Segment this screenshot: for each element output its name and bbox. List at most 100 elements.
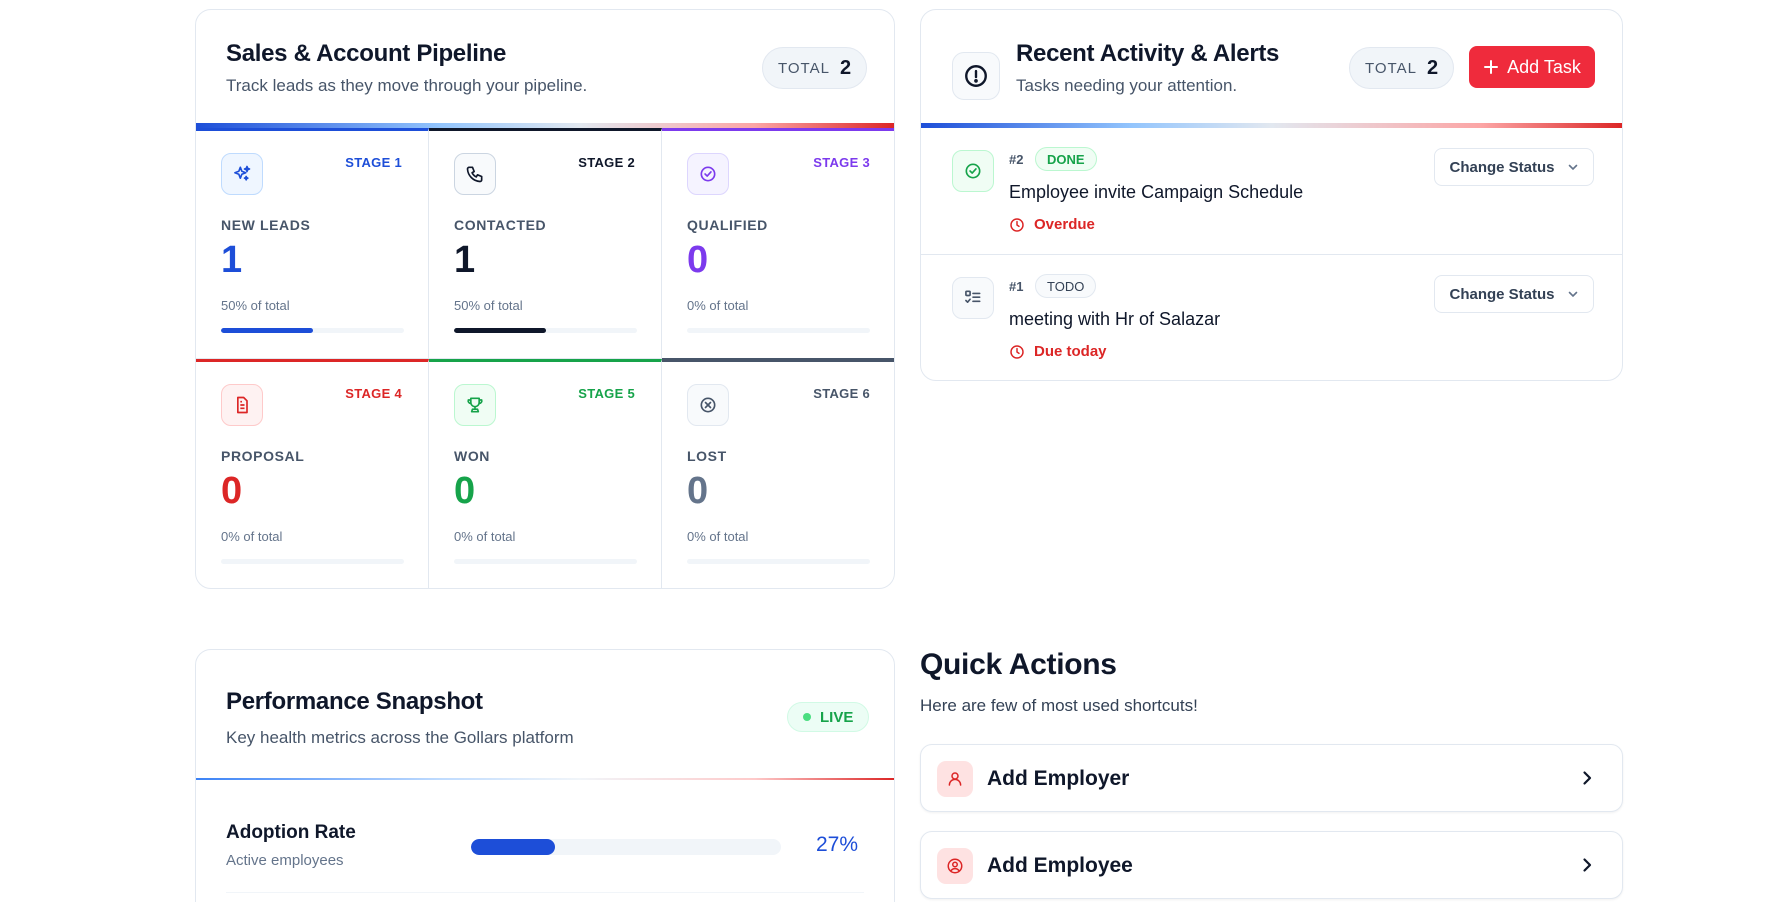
quick-actions-section: Quick Actions Here are few of most used … <box>920 648 1623 899</box>
total-value: 2 <box>839 56 852 79</box>
alert-icon <box>952 52 1000 100</box>
task-due-text: Due today <box>1034 343 1107 360</box>
clock-icon <box>1010 344 1024 359</box>
change-status-button[interactable]: Change Status <box>1434 148 1594 186</box>
stage-progress-bar <box>221 328 404 333</box>
phone-icon <box>454 153 496 195</box>
task-status-badge: TODO <box>1035 274 1097 298</box>
metric-name: Adoption Rate <box>226 822 356 843</box>
sparkles-icon <box>221 153 263 195</box>
metric-subtitle: Active employees <box>226 852 344 869</box>
clock-icon <box>1010 217 1024 232</box>
stage-name: PROPOSAL <box>221 448 305 464</box>
activity-title: Recent Activity & Alerts <box>1016 40 1280 67</box>
stage-progress-fill <box>221 328 313 333</box>
stage-percent: 0% of total <box>687 529 749 544</box>
stage-name: NEW LEADS <box>221 217 311 233</box>
pipeline-header: Sales & Account Pipeline Track leads as … <box>226 40 587 96</box>
total-value: 2 <box>1426 56 1439 79</box>
add-task-button[interactable]: Add Task <box>1469 46 1595 88</box>
change-status-button[interactable]: Change Status <box>1434 275 1594 313</box>
task-due: Overdue <box>1009 216 1095 233</box>
stage-percent: 0% of total <box>687 298 749 313</box>
stage-percent: 50% of total <box>454 298 523 313</box>
activity-total-badge: TOTAL 2 <box>1349 47 1455 89</box>
pipeline-total-badge: TOTAL 2 <box>762 47 868 89</box>
quick-action-add-employer[interactable]: Add Employer <box>920 744 1623 812</box>
stage-progress-fill <box>454 328 546 333</box>
live-badge: LIVE <box>787 702 870 732</box>
stage-card-won[interactable]: STAGE 5 WON 0 0% of total <box>429 359 662 588</box>
stage-name: CONTACTED <box>454 217 547 233</box>
performance-card: Performance Snapshot Key health metrics … <box>195 649 895 902</box>
stage-name: WON <box>454 448 491 464</box>
task-id: #2 <box>1009 152 1024 167</box>
metric-progress-bar <box>471 839 781 855</box>
quick-action-add-employee[interactable]: Add Employee <box>920 831 1623 899</box>
check-circle-icon <box>952 150 994 192</box>
stage-count: 1 <box>221 239 243 281</box>
metric-divider <box>226 892 864 893</box>
activity-subtitle: Tasks needing your attention. <box>1016 76 1238 95</box>
stage-card-lost[interactable]: STAGE 6 LOST 0 0% of total <box>662 359 894 588</box>
pipeline-card: Sales & Account Pipeline Track leads as … <box>195 9 895 589</box>
performance-divider <box>196 778 894 780</box>
stage-number: STAGE 5 <box>578 386 635 401</box>
stage-card-proposal[interactable]: STAGE 4 PROPOSAL 0 0% of total <box>196 359 429 588</box>
task-title: Employee invite Campaign Schedule <box>1009 182 1304 202</box>
task-status-badge: DONE <box>1035 147 1097 171</box>
stage-count: 1 <box>454 239 476 281</box>
task-title: meeting with Hr of Salazar <box>1009 309 1221 329</box>
stage-name: QUALIFIED <box>687 217 768 233</box>
pipeline-title: Sales & Account Pipeline <box>226 40 506 67</box>
add-task-label: Add Task <box>1507 56 1581 77</box>
stage-progress-bar <box>454 328 637 333</box>
stage-card-new-leads[interactable]: STAGE 1 NEW LEADS 1 50% of total <box>196 128 429 359</box>
task-due-text: Overdue <box>1034 216 1095 233</box>
quick-action-label: Add Employee <box>987 854 1133 877</box>
task-due: Due today <box>1009 343 1107 360</box>
stage-progress-bar <box>687 559 870 564</box>
stage-number: STAGE 3 <box>813 155 870 170</box>
stage-number: STAGE 2 <box>578 155 635 170</box>
trophy-icon <box>454 384 496 426</box>
user-circle-icon <box>937 848 973 884</box>
task-row[interactable]: #2 DONE Employee invite Campaign Schedul… <box>921 128 1622 254</box>
stage-progress-bar <box>687 328 870 333</box>
total-label: TOTAL <box>1365 59 1417 77</box>
plus-icon <box>1484 60 1499 74</box>
stage-card-qualified[interactable]: STAGE 3 QUALIFIED 0 0% of total <box>662 128 894 359</box>
stage-count: 0 <box>221 470 243 512</box>
task-row[interactable]: #1 TODO meeting with Hr of Salazar Due t… <box>921 254 1622 380</box>
stage-name: LOST <box>687 448 727 464</box>
metric-progress-fill <box>471 839 555 855</box>
stage-count: 0 <box>687 239 709 281</box>
stage-number: STAGE 6 <box>813 386 870 401</box>
performance-header: Performance Snapshot Key health metrics … <box>226 688 574 748</box>
quick-actions-title: Quick Actions <box>920 648 1117 681</box>
chevron-right-icon <box>1583 771 1592 785</box>
checklist-icon <box>952 277 994 319</box>
performance-subtitle: Key health metrics across the Gollars pl… <box>226 728 574 747</box>
performance-title: Performance Snapshot <box>226 688 483 715</box>
change-status-label: Change Status <box>1449 285 1555 303</box>
stage-progress-bar <box>221 559 404 564</box>
quick-actions-subtitle: Here are few of most used shortcuts! <box>920 696 1198 715</box>
x-circle-icon <box>687 384 729 426</box>
stage-number: STAGE 1 <box>345 155 402 170</box>
stage-percent: 0% of total <box>221 529 283 544</box>
chevron-down-icon <box>1568 164 1577 171</box>
stage-count: 0 <box>454 470 476 512</box>
stage-count: 0 <box>687 470 709 512</box>
stage-grid: STAGE 1 NEW LEADS 1 50% of total STAGE 2… <box>196 128 894 588</box>
change-status-label: Change Status <box>1449 158 1555 176</box>
quick-action-label: Add Employer <box>987 767 1130 790</box>
document-icon <box>221 384 263 426</box>
stage-progress-bar <box>454 559 637 564</box>
task-id: #1 <box>1009 279 1024 294</box>
live-label: LIVE <box>820 708 854 726</box>
stage-card-contacted[interactable]: STAGE 2 CONTACTED 1 50% of total <box>429 128 662 359</box>
total-label: TOTAL <box>778 59 830 77</box>
activity-card: Recent Activity & Alerts Tasks needing y… <box>920 9 1623 381</box>
check-circle-icon <box>687 153 729 195</box>
